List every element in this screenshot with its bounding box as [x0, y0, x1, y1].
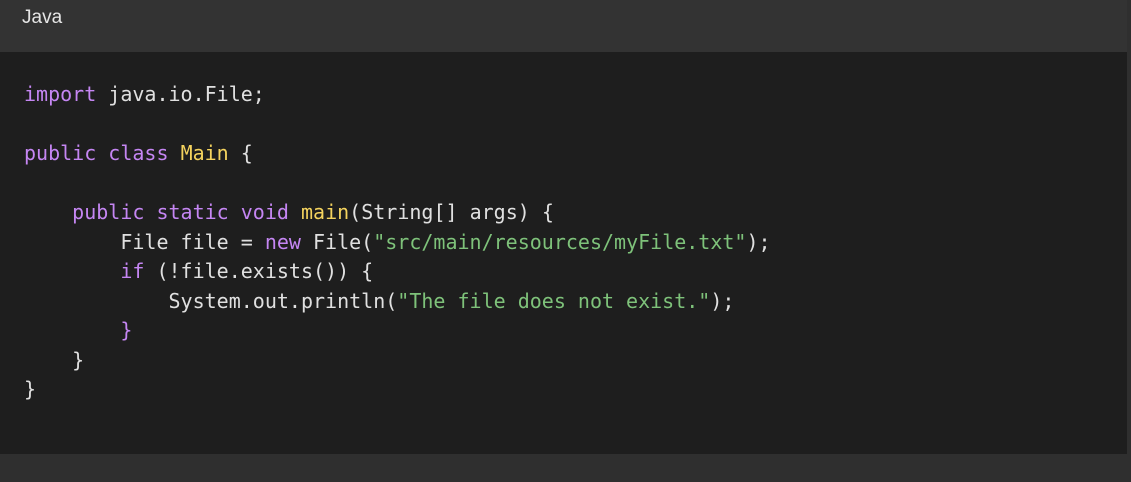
code-block-footer: [0, 454, 1127, 482]
code-line-1: import java.io.File;: [24, 82, 265, 106]
code-line-7: if (!file.exists()) {: [120, 259, 374, 283]
code-line-8: System.out.println("The file does not ex…: [168, 288, 735, 313]
code-area[interactable]: import java.io.File; public class Main { …: [0, 52, 1127, 454]
closing-brace: }: [24, 377, 37, 401]
code-line-11: }: [24, 375, 1127, 405]
keyword: public: [72, 200, 145, 224]
code-line-6: File file = new File("src/main/resources…: [120, 229, 771, 254]
keyword: static: [156, 200, 229, 224]
closing-brace: }: [120, 318, 133, 342]
closing-brace: }: [72, 347, 85, 372]
code-line-9: }: [24, 316, 1127, 346]
string-literal: "The file does not exist.": [397, 288, 711, 313]
class-name: Main: [180, 141, 229, 165]
keyword: import: [24, 82, 97, 106]
code-line-5: public static void main(String[] args) {: [72, 200, 554, 224]
string-literal: "src/main/resources/myFile.txt": [373, 229, 747, 254]
code-language-header: Java: [0, 0, 1127, 52]
language-label: Java: [22, 7, 63, 28]
code-line-3: public class Main {: [24, 141, 253, 165]
code-block: Java import java.io.File; public class Ma…: [0, 0, 1131, 482]
keyword: class: [108, 141, 169, 165]
keyword: void: [240, 200, 289, 224]
keyword: new: [264, 229, 301, 254]
keyword: if: [120, 259, 145, 283]
keyword: public: [24, 141, 97, 165]
code-text[interactable]: import java.io.File; public class Main { …: [0, 52, 1127, 405]
code-line-10: }: [24, 346, 1127, 376]
function-name: main: [300, 200, 350, 224]
